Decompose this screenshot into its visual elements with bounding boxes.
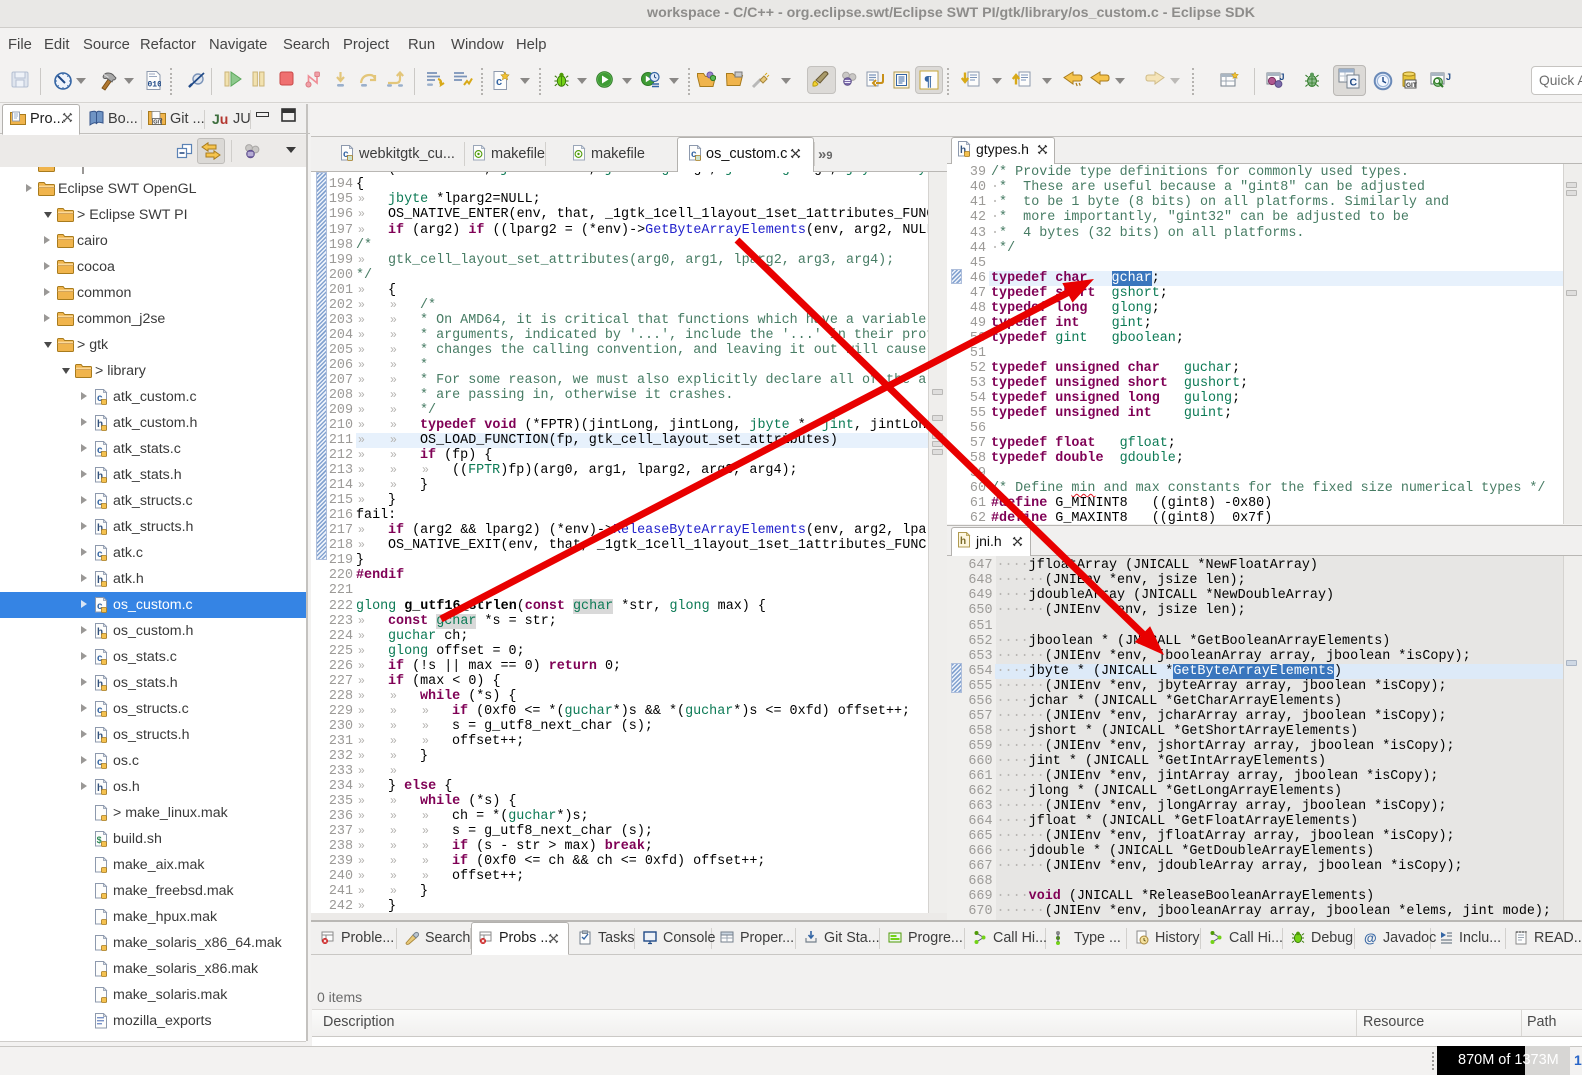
svg-text:$: $ — [97, 835, 102, 845]
svg-text:c: c — [496, 76, 502, 88]
svg-text:010: 010 — [148, 81, 162, 90]
svg-text:¶: ¶ — [924, 74, 932, 90]
svg-text:GIT: GIT — [153, 120, 163, 126]
svg-text:J: J — [1446, 72, 1451, 82]
svg-text:J: J — [1280, 72, 1285, 82]
svg-text:@: @ — [1364, 931, 1377, 946]
svg-text:GIT: GIT — [1406, 82, 1417, 89]
svg-text:C: C — [1350, 77, 1358, 89]
svg-text:h: h — [960, 536, 966, 547]
